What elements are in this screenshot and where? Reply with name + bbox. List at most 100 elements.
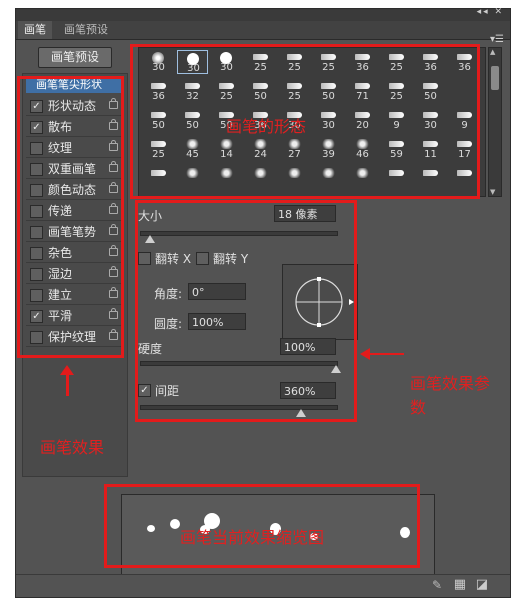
brush-tip-cell[interactable] [177,166,208,190]
flip-y-checkbox[interactable] [196,252,209,265]
spacing-value[interactable]: 360% [280,382,336,399]
lock-icon[interactable] [109,140,118,151]
lock-icon[interactable] [109,329,118,340]
option-checkbox[interactable] [30,268,43,281]
tab-brush[interactable]: 画笔 [18,21,52,39]
brush-option-1[interactable]: ✓ 散布 [26,118,122,137]
option-checkbox[interactable] [30,184,43,197]
brush-tip-cell[interactable] [449,166,480,190]
size-slider-handle[interactable] [144,235,155,243]
brush-tool-icon[interactable]: ✎ [432,578,442,592]
option-checkbox[interactable] [30,205,43,218]
brush-tip-cell[interactable]: 36 [143,79,174,103]
brush-option-2[interactable]: 纹理 [26,139,122,158]
tab-brush-presets[interactable]: 画笔预设 [58,21,114,39]
brush-tip-cell[interactable]: 50 [415,79,446,103]
lock-icon[interactable] [109,287,118,298]
brush-tip-cell[interactable]: 27 [279,137,310,161]
brush-tip-cell[interactable]: 25 [279,50,310,74]
brush-tip-cell[interactable]: 45 [177,137,208,161]
grid-scrollbar[interactable]: ▲ ▼ [488,47,502,197]
brush-tip-cell[interactable]: 17 [449,137,480,161]
brush-tip-cell[interactable] [415,166,446,190]
brush-tip-cell[interactable] [245,166,276,190]
scroll-up-icon[interactable]: ▲ [490,48,495,56]
size-slider[interactable] [140,231,338,236]
spacing-checkbox[interactable]: ✓ [138,384,151,397]
option-checkbox[interactable] [30,163,43,176]
brush-presets-button[interactable]: 画笔预设 [38,47,112,68]
brush-tip-cell[interactable]: 46 [347,137,378,161]
flip-x-checkbox[interactable] [138,252,151,265]
brush-option-6[interactable]: 画笔笔势 [26,223,122,242]
brush-tip-cell[interactable]: 36 [449,50,480,74]
brush-tip-cell[interactable]: 25 [143,137,174,161]
brush-option-7[interactable]: 杂色 [26,244,122,263]
hardness-value[interactable]: 100% [280,338,336,355]
brush-tip-cell[interactable] [347,166,378,190]
brush-option-11[interactable]: 保护纹理 [26,328,122,347]
brush-tip-cell[interactable]: 36 [347,50,378,74]
hardness-slider[interactable] [140,361,338,366]
brush-tip-cell[interactable]: 59 [381,137,412,161]
brush-tip-cell[interactable]: 25 [381,50,412,74]
brush-tip-cell[interactable]: 24 [245,137,276,161]
new-preset-icon[interactable]: ◪ [476,577,488,592]
brush-tip-cell[interactable] [381,166,412,190]
size-value[interactable]: 18 像素 [274,205,336,222]
option-checkbox[interactable]: ✓ [30,100,43,113]
brush-tip-cell[interactable]: 32 [177,79,208,103]
brush-option-8[interactable]: 湿边 [26,265,122,284]
roundness-value[interactable]: 100% [188,313,246,330]
lock-icon[interactable] [109,203,118,214]
brush-tip-cell[interactable]: 50 [177,108,208,132]
brush-tip-cell[interactable]: 14 [211,137,242,161]
brush-tip-cell[interactable]: 25 [313,50,344,74]
brush-option-10[interactable]: ✓ 平滑 [26,307,122,326]
brush-tip-cell[interactable]: 50 [143,108,174,132]
lock-icon[interactable] [109,161,118,172]
option-checkbox[interactable] [30,247,43,260]
brush-tip-shape-item[interactable]: 画笔笔尖形状 [26,77,122,93]
scroll-thumb[interactable] [491,66,499,90]
brush-tip-cell[interactable]: 36 [415,50,446,74]
brush-tip-cell[interactable]: 30 [313,108,344,132]
lock-icon[interactable] [109,224,118,235]
angle-roundness-widget[interactable] [282,264,358,340]
brush-tip-cell[interactable]: 39 [313,137,344,161]
option-checkbox[interactable] [30,226,43,239]
option-checkbox[interactable] [30,142,43,155]
collapse-icon[interactable]: ◂◂ ✕ [477,7,504,17]
brush-tip-cell[interactable] [211,166,242,190]
option-checkbox[interactable] [30,289,43,302]
brush-tip-cell[interactable] [313,166,344,190]
lock-icon[interactable] [109,182,118,193]
lock-icon[interactable] [109,266,118,277]
brush-tip-cell[interactable]: 25 [381,79,412,103]
brush-tip-cell[interactable]: 25 [245,50,276,74]
lock-icon[interactable] [109,119,118,130]
lock-icon[interactable] [109,308,118,319]
panel-menu-icon[interactable]: ▾☰ [490,34,504,45]
brush-option-3[interactable]: 双重画笔 [26,160,122,179]
brush-tip-cell[interactable] [279,166,310,190]
lock-icon[interactable] [109,98,118,109]
brush-option-4[interactable]: 颜色动态 [26,181,122,200]
brush-tip-cell[interactable]: 50 [245,79,276,103]
brush-tip-cell[interactable]: 71 [347,79,378,103]
brush-tip-cell[interactable]: 11 [415,137,446,161]
spacing-slider[interactable] [140,405,338,410]
brush-option-9[interactable]: 建立 [26,286,122,305]
brush-tip-cell[interactable]: 25 [211,79,242,103]
lock-icon[interactable] [109,245,118,256]
grid-view-icon[interactable]: ▦ [454,577,466,592]
brush-tip-cell[interactable]: 30 [143,50,174,74]
brush-tip-cell[interactable]: 50 [313,79,344,103]
hardness-slider-handle[interactable] [331,365,341,373]
angle-value[interactable]: 0° [188,283,246,300]
brush-tip-cell[interactable]: 25 [279,79,310,103]
brush-tip-cell[interactable]: 20 [347,108,378,132]
brush-tip-cell[interactable]: 9 [449,108,480,132]
option-checkbox[interactable] [30,331,43,344]
brush-tip-cell[interactable]: 9 [381,108,412,132]
